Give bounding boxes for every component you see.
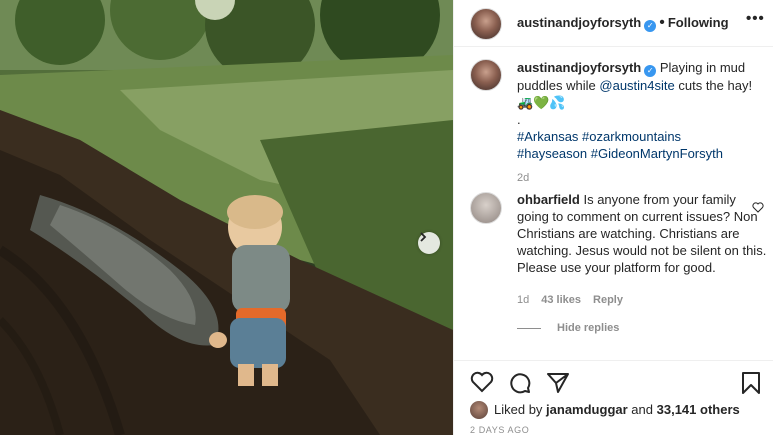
comment-heart-icon <box>752 202 764 213</box>
hashtag-arkansas[interactable]: #Arkansas <box>517 129 578 144</box>
liker-avatar[interactable] <box>470 401 488 419</box>
verified-icon: ✓ <box>644 65 657 77</box>
post-timestamp[interactable]: 2 DAYS AGO <box>470 425 529 435</box>
caption: austinandjoyforsyth ✓ Playing in mud pudd… <box>517 59 767 187</box>
share-button[interactable] <box>546 371 570 400</box>
commenter-avatar[interactable] <box>470 192 502 224</box>
author-avatar[interactable] <box>470 8 502 40</box>
next-arrow-icon <box>420 232 427 242</box>
likes-count[interactable]: 33,141 others <box>657 402 740 417</box>
photo-scene <box>0 0 453 435</box>
verified-icon: ✓ <box>644 20 657 32</box>
likes-summary: Liked by janamduggar and 33,141 others <box>470 401 740 419</box>
caption-emojis: 🚜💚💦 <box>517 95 566 110</box>
hide-replies-button[interactable]: Hide replies <box>517 322 619 334</box>
hashtag-gideonmartynforsyth[interactable]: #GideonMartynForsyth <box>591 146 723 161</box>
caption-text-2: cuts the hay! <box>674 78 753 93</box>
caption-mention[interactable]: @austin4site <box>599 78 674 93</box>
caption-avatar[interactable] <box>470 59 502 91</box>
comment-likes[interactable]: 43 likes <box>541 294 581 306</box>
header-separator: • <box>659 14 665 31</box>
header-user-line: austinandjoyforsyth ✓ • Following <box>517 14 729 32</box>
hashtag-ozarkmountains[interactable]: #ozarkmountains <box>582 129 681 144</box>
like-button[interactable] <box>470 371 494 398</box>
comment: ohbarfield Is anyone from your family go… <box>517 191 767 276</box>
likes-connector: and <box>631 402 653 417</box>
caption-age[interactable]: 2d <box>517 172 529 184</box>
comment-button[interactable] <box>508 371 532 400</box>
next-image-button[interactable] <box>418 232 440 254</box>
post-photo[interactable] <box>0 0 453 435</box>
more-options-button[interactable]: ••• <box>746 10 765 27</box>
caption-dot: . <box>517 112 521 127</box>
comment-username[interactable]: ohbarfield <box>517 192 580 207</box>
share-icon <box>547 373 569 393</box>
author-username[interactable]: austinandjoyforsyth <box>517 15 641 30</box>
likes-prefix: Liked by <box>494 402 543 417</box>
comment-age[interactable]: 1d <box>517 294 529 306</box>
comment-reply-button[interactable]: Reply <box>593 294 623 306</box>
post-actions: Liked by janamduggar and 33,141 others 2… <box>454 360 773 436</box>
liker-username[interactable]: janamduggar <box>546 402 628 417</box>
hashtag-hayseason[interactable]: #hayseason <box>517 146 587 161</box>
post-sidebar: austinandjoyforsyth ✓ • Following ••• austi… <box>453 0 773 435</box>
comment-like-button[interactable] <box>752 200 764 218</box>
comment-meta: 1d 43 likes Reply <box>517 294 623 306</box>
post-header: austinandjoyforsyth ✓ • Following ••• <box>454 0 773 47</box>
following-button[interactable]: Following <box>668 15 729 30</box>
save-icon <box>742 372 760 394</box>
caption-username[interactable]: austinandjoyforsyth <box>517 60 641 75</box>
hide-replies-label: Hide replies <box>557 322 620 334</box>
comments-list[interactable]: austinandjoyforsyth ✓ Playing in mud pudd… <box>454 47 773 359</box>
comment-icon <box>510 373 531 394</box>
like-icon <box>470 371 494 393</box>
hide-replies-line <box>517 327 541 329</box>
save-button[interactable] <box>740 371 762 400</box>
